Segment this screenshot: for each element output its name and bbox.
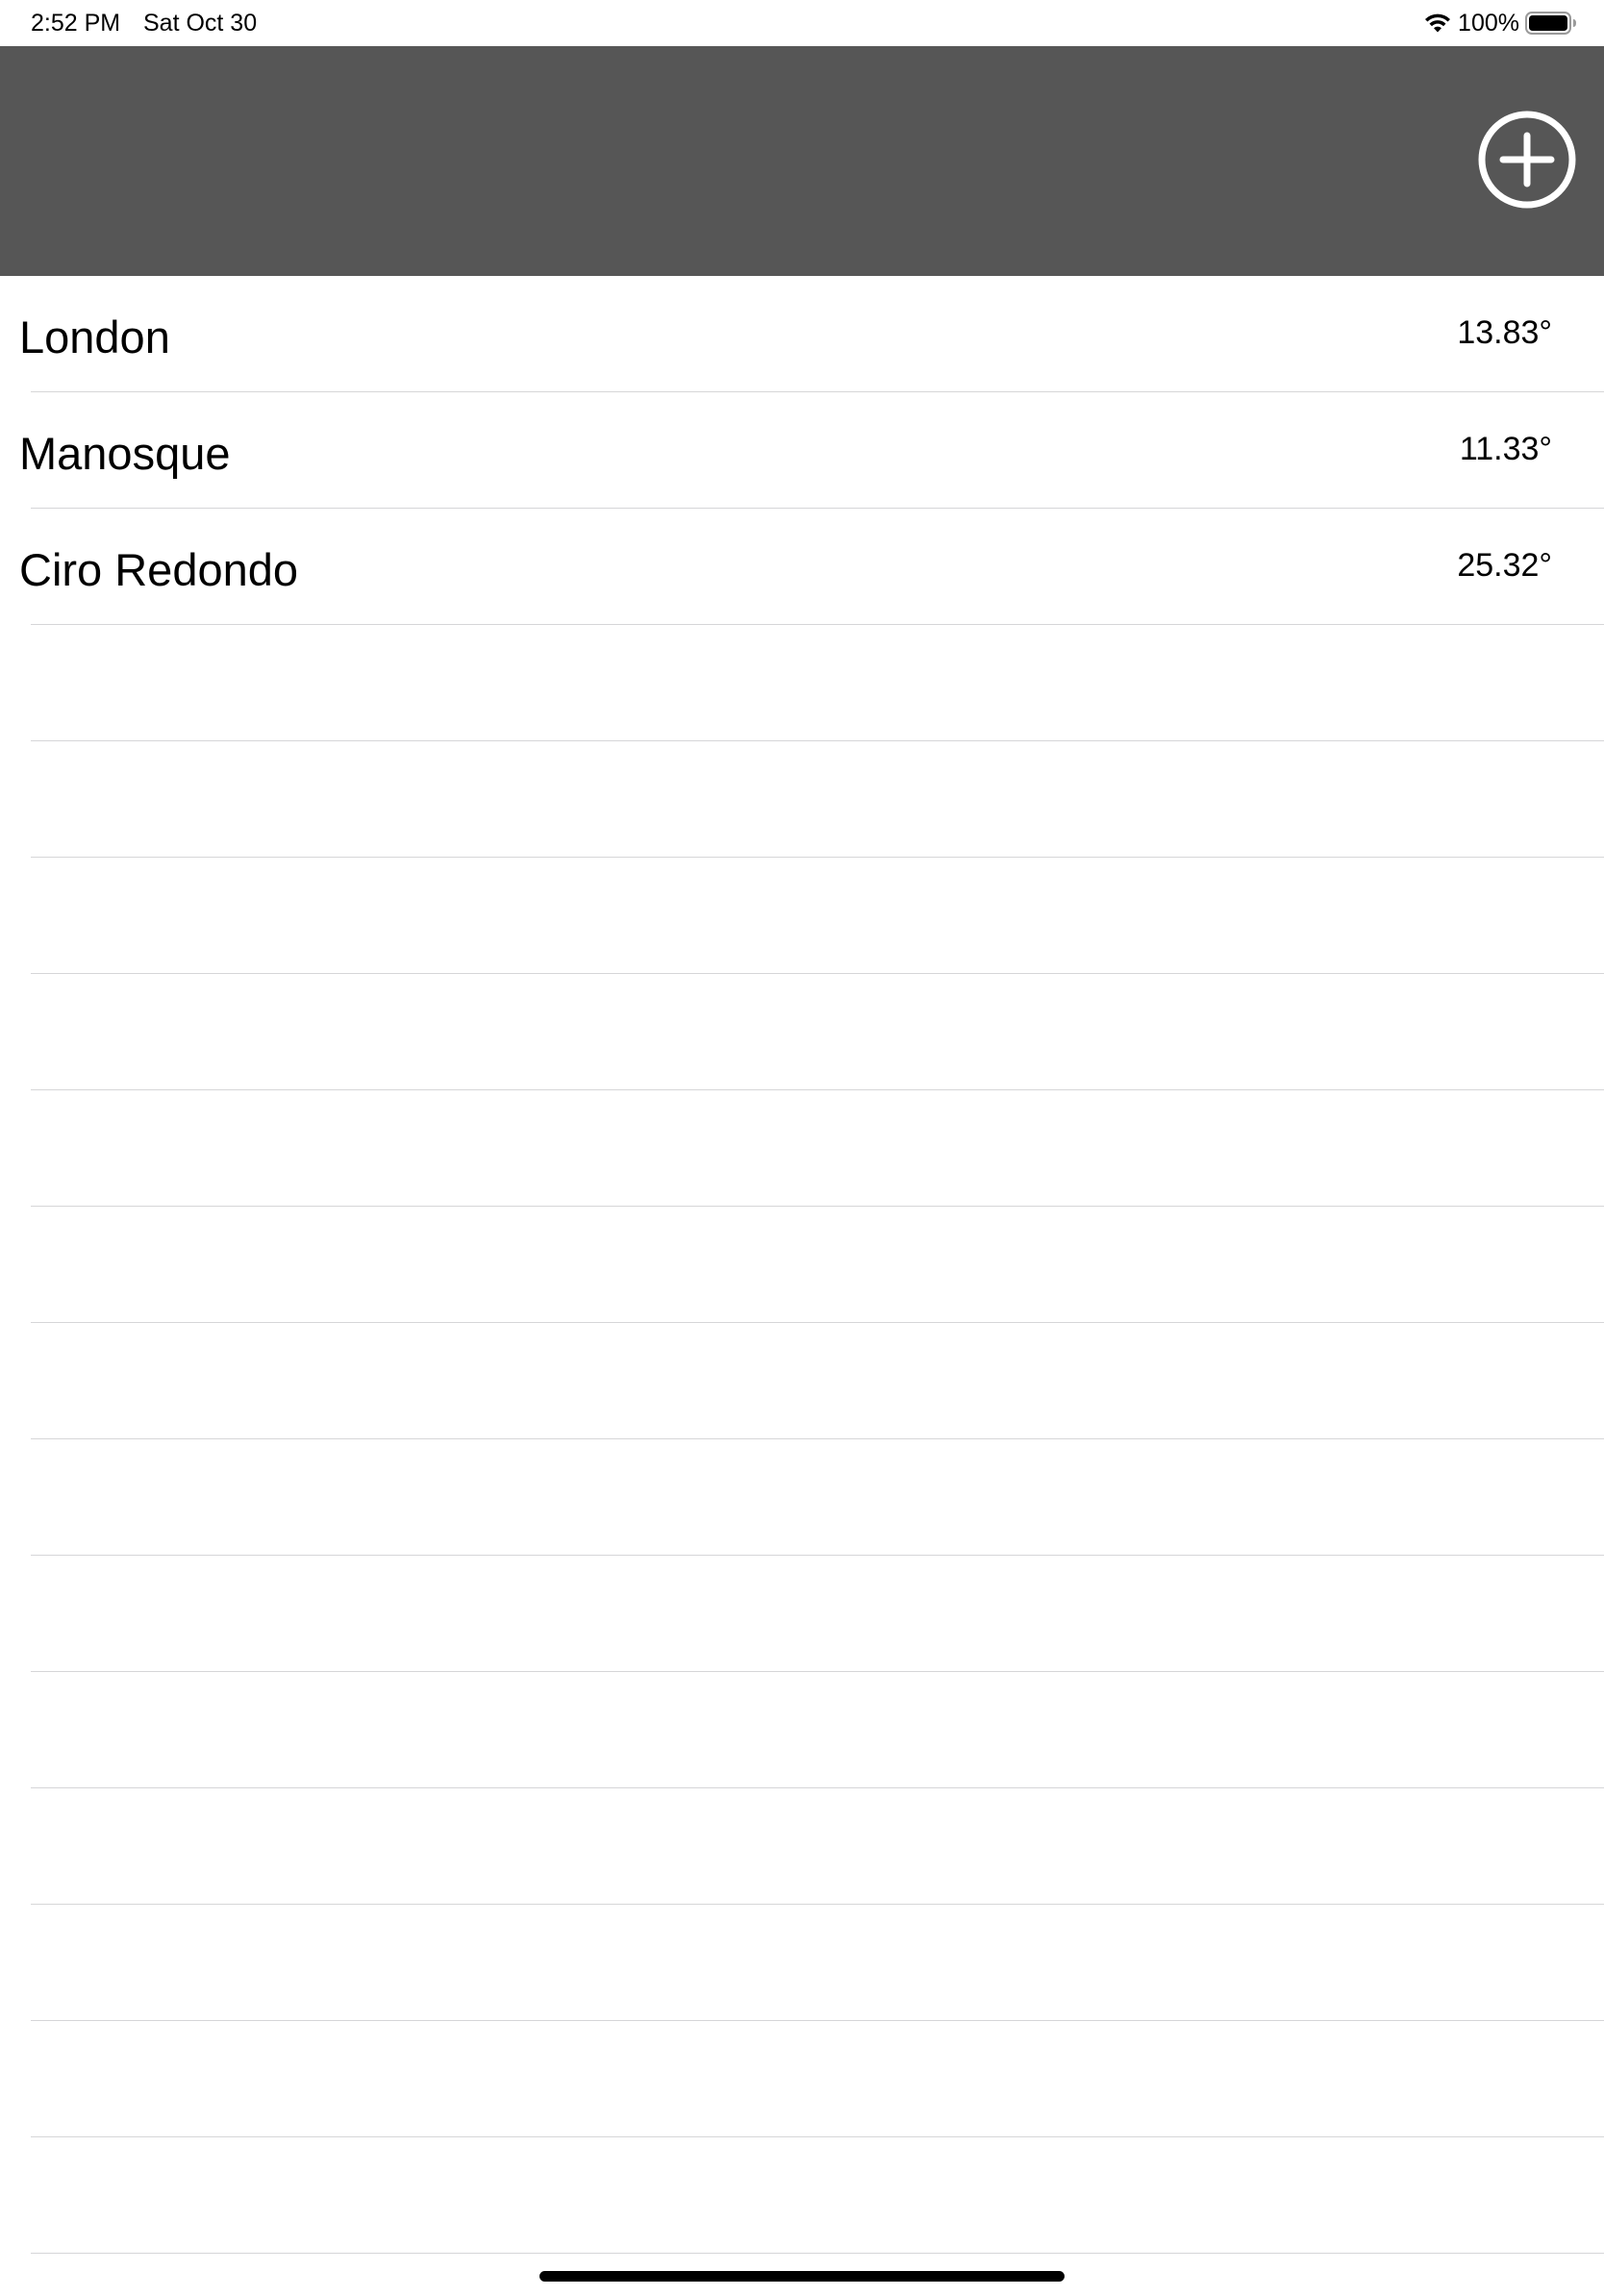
status-date: Sat Oct 30	[143, 10, 258, 37]
city-temperature: 13.83°	[1457, 314, 1552, 351]
city-row[interactable]: Manosque 11.33°	[0, 392, 1604, 509]
empty-list-row	[0, 1672, 1604, 1788]
empty-list-row	[0, 1905, 1604, 2021]
battery-icon	[1525, 11, 1577, 36]
header-bar	[0, 46, 1604, 276]
status-bar: 2:52 PM Sat Oct 30 100%	[0, 0, 1604, 46]
empty-list-row	[0, 1556, 1604, 1672]
status-time: 2:52 PM	[31, 10, 121, 37]
empty-list-row	[0, 858, 1604, 974]
add-city-button[interactable]	[1477, 110, 1577, 210]
app-screen: 2:52 PM Sat Oct 30 100% London 13.83° Ma…	[0, 0, 1604, 2296]
home-indicator[interactable]	[539, 2271, 1065, 2282]
city-name: Manosque	[19, 428, 231, 479]
empty-list-row	[0, 1090, 1604, 1207]
empty-list-row	[0, 625, 1604, 741]
city-temperature: 25.32°	[1457, 547, 1552, 584]
status-indicators: 100%	[1423, 8, 1577, 38]
city-list: London 13.83° Manosque 11.33° Ciro Redon…	[0, 276, 1604, 2254]
empty-list-row	[0, 1207, 1604, 1323]
city-row[interactable]: Ciro Redondo 25.32°	[0, 509, 1604, 625]
wifi-icon	[1423, 12, 1452, 35]
city-temperature: 11.33°	[1459, 431, 1552, 467]
city-name: London	[19, 312, 170, 362]
empty-list-row	[0, 974, 1604, 1090]
empty-list-row	[0, 1439, 1604, 1556]
empty-list-row	[0, 2137, 1604, 2254]
empty-list-row	[0, 1323, 1604, 1439]
empty-list-row	[0, 1788, 1604, 1905]
empty-list-row	[0, 2021, 1604, 2137]
city-name: Ciro Redondo	[19, 544, 299, 595]
city-row[interactable]: London 13.83°	[0, 276, 1604, 392]
plus-circle-icon	[1478, 111, 1576, 209]
battery-percentage: 100%	[1458, 10, 1519, 37]
empty-list-row	[0, 741, 1604, 858]
